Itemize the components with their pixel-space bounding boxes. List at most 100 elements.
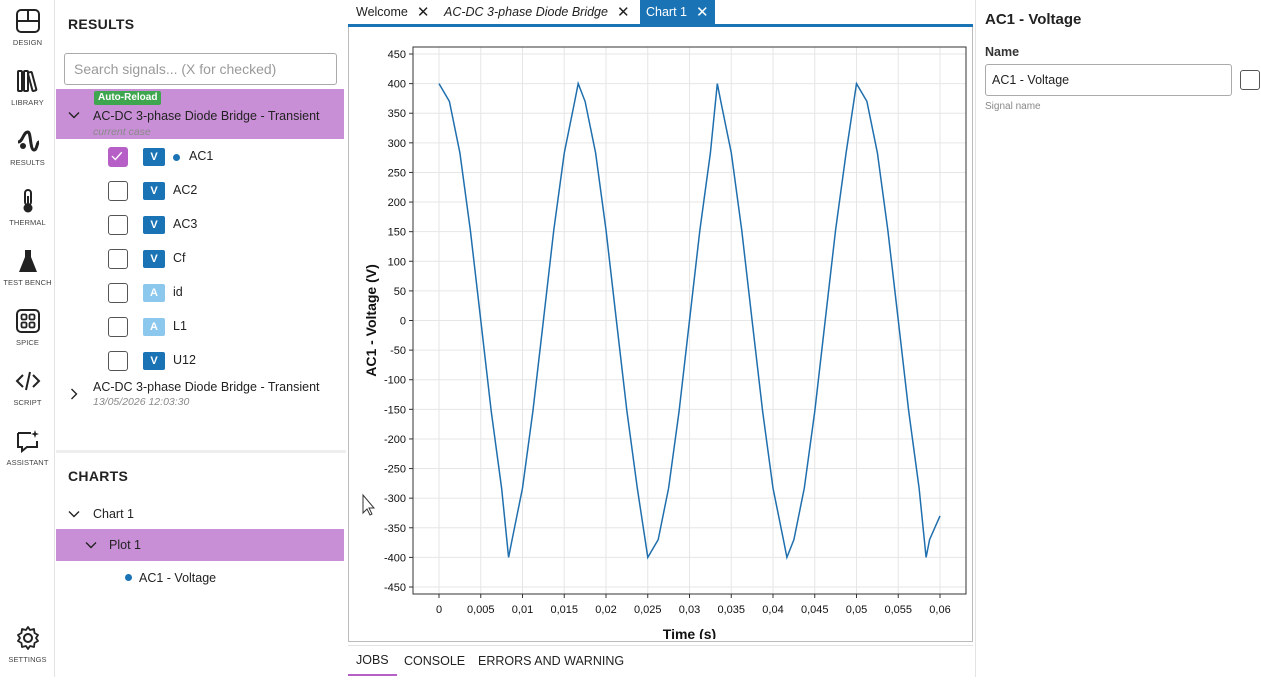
x-tick-label: 0,035	[717, 604, 745, 616]
y-tick-label: 400	[388, 79, 406, 91]
chevron-down-icon[interactable]	[68, 508, 80, 520]
x-tick-label: 0,02	[595, 604, 616, 616]
rail-label: THERMAL	[9, 218, 46, 227]
rail-label: RESULTS	[10, 158, 45, 167]
x-axis-label: Time (s)	[663, 626, 716, 639]
signal-row-id[interactable]: A id	[56, 276, 344, 310]
case-row-current[interactable]: Auto-Reload AC-DC 3-phase Diode Bridge -…	[56, 89, 344, 139]
rail-item-spice[interactable]: SPICE	[0, 308, 55, 364]
case-subtitle: 13/05/2026 12:03:30	[93, 396, 190, 408]
rail-item-test-bench[interactable]: TEST BENCH	[0, 248, 55, 304]
search-input[interactable]	[64, 53, 337, 85]
signal-name: Cf	[173, 251, 186, 265]
assistant-icon	[16, 430, 39, 454]
checkmark-icon	[111, 151, 123, 161]
chevron-down-icon[interactable]	[85, 539, 97, 551]
tab-diode-bridge[interactable]: AC-DC 3-phase Diode Bridge ✕	[438, 0, 636, 24]
series-color-dot	[173, 154, 180, 161]
close-icon[interactable]: ✕	[617, 5, 630, 20]
chevron-down-icon[interactable]	[68, 109, 80, 121]
signal-row-u12[interactable]: V U12	[56, 344, 344, 378]
tree-item-plot[interactable]: Plot 1	[56, 529, 344, 561]
y-tick-label: -100	[384, 375, 406, 387]
close-icon[interactable]: ✕	[696, 5, 709, 20]
case-title: AC-DC 3-phase Diode Bridge - Transient	[93, 109, 320, 123]
signal-row-ac3[interactable]: V AC3	[56, 208, 344, 242]
voltage-type-badge: V	[143, 148, 165, 166]
signal-row-l1[interactable]: A L1	[56, 310, 344, 344]
voltage-type-badge: V	[143, 182, 165, 200]
rail-item-results[interactable]: RESULTS	[0, 128, 55, 184]
signal-checkbox[interactable]	[108, 351, 128, 371]
signal-row-ac2[interactable]: V AC2	[56, 174, 344, 208]
properties-panel: AC1 - Voltage Name Signal name	[975, 0, 1261, 677]
voltage-type-badge: V	[143, 216, 165, 234]
current-type-badge: A	[143, 318, 165, 336]
y-tick-label: 300	[388, 138, 406, 150]
rail-label: LIBRARY	[11, 98, 44, 107]
rail-item-settings[interactable]: SETTINGS	[0, 625, 55, 681]
rail-label: DESIGN	[12, 38, 43, 47]
x-tick-label: 0,06	[929, 604, 950, 616]
signal-name: id	[173, 285, 183, 299]
signal-row-ac1[interactable]: V AC1	[56, 140, 344, 174]
thermometer-icon	[23, 189, 32, 213]
signal-name-input[interactable]	[985, 64, 1232, 96]
results-title: RESULTS	[68, 16, 135, 32]
left-rail: DESIGN LIBRARY RESULTS THERMAL TEST BENC…	[0, 0, 55, 677]
name-checkbox[interactable]	[1240, 70, 1260, 90]
y-tick-label: -450	[384, 582, 406, 594]
library-icon	[16, 70, 37, 92]
signal-checkbox[interactable]	[108, 215, 128, 235]
current-type-badge: A	[143, 284, 165, 302]
x-tick-label: 0,055	[884, 604, 912, 616]
rail-label: SCRIPT	[13, 398, 42, 407]
rail-item-script[interactable]: SCRIPT	[0, 368, 55, 424]
x-tick-label: 0,01	[512, 604, 533, 616]
rail-item-design[interactable]: DESIGN	[0, 8, 55, 64]
x-tick-label: 0,025	[634, 604, 662, 616]
name-label: Name	[985, 45, 1020, 59]
close-icon[interactable]: ✕	[417, 5, 430, 20]
y-tick-label: -350	[384, 523, 406, 535]
rail-label: SETTINGS	[8, 655, 47, 664]
y-axis-label: AC1 - Voltage (V)	[363, 264, 379, 377]
cursor-pointer-icon	[362, 493, 376, 516]
voltage-type-badge: V	[143, 250, 165, 268]
tab-errors[interactable]: ERRORS AND WARNING	[470, 646, 632, 676]
chevron-right-icon[interactable]	[68, 388, 80, 400]
y-tick-label: 0	[400, 316, 406, 328]
tab-console[interactable]: CONSOLE	[396, 646, 473, 676]
signal-name: L1	[173, 319, 187, 333]
tab-chart-1[interactable]: Chart 1 ✕	[640, 0, 715, 24]
tab-welcome[interactable]: Welcome ✕	[350, 0, 435, 24]
signal-checkbox[interactable]	[108, 317, 128, 337]
tab-label: Chart 1	[646, 5, 687, 19]
y-tick-label: 200	[388, 197, 406, 209]
y-tick-label: 100	[388, 256, 406, 268]
signal-row-cf[interactable]: V Cf	[56, 242, 344, 276]
signal-name: U12	[173, 353, 196, 367]
signal-checkbox[interactable]	[108, 147, 128, 167]
case-title: AC-DC 3-phase Diode Bridge - Transient	[93, 380, 320, 394]
properties-title: AC1 - Voltage	[985, 11, 1082, 28]
y-tick-label: 450	[388, 49, 406, 61]
signal-checkbox[interactable]	[108, 249, 128, 269]
bottom-tabs: JOBS CONSOLE ERRORS AND WARNING	[348, 645, 973, 677]
signal-name: AC3	[173, 217, 198, 231]
rail-item-library[interactable]: LIBRARY	[0, 68, 55, 124]
y-tick-label: -50	[390, 345, 406, 357]
tab-jobs[interactable]: JOBS	[348, 646, 397, 676]
signal-checkbox[interactable]	[108, 181, 128, 201]
y-tick-label: 150	[388, 227, 406, 239]
rail-label: TEST BENCH	[3, 278, 52, 287]
rail-item-assistant[interactable]: ASSISTANT	[0, 428, 55, 484]
tab-label: Welcome	[356, 5, 408, 19]
chart-label: Chart 1	[93, 507, 134, 521]
rail-item-thermal[interactable]: THERMAL	[0, 188, 55, 244]
auto-reload-badge: Auto-Reload	[94, 91, 162, 105]
signal-name: AC1	[189, 149, 214, 163]
editor-tabs: Welcome ✕ AC-DC 3-phase Diode Bridge ✕ C…	[348, 0, 973, 27]
signal-checkbox[interactable]	[108, 283, 128, 303]
line-chart[interactable]: 450 400 350 300 250 200 150 100 50 0 -50 -100 -150 -2…	[349, 27, 972, 642]
